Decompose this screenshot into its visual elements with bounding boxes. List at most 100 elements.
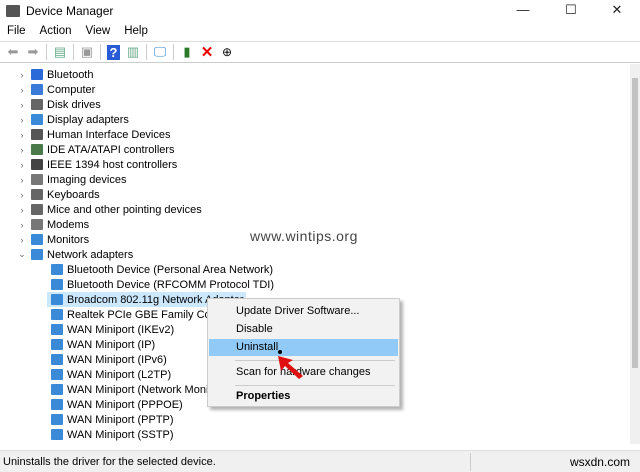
- menu-bar: File Action View Help: [0, 22, 155, 40]
- chevron-right-icon[interactable]: ›: [17, 70, 27, 80]
- menu-help[interactable]: Help: [117, 22, 155, 40]
- tree-device[interactable]: Bluetooth Device (RFCOMM Protocol TDI): [47, 277, 276, 292]
- tree-device[interactable]: WAN Miniport (IKEv2): [47, 322, 176, 337]
- scrollbar-thumb[interactable]: [632, 78, 638, 368]
- device-icon: [51, 339, 63, 350]
- device-icon: [51, 399, 63, 410]
- device-icon: [31, 189, 43, 200]
- device-icon: [51, 264, 63, 275]
- console-icon[interactable]: ▣: [77, 43, 97, 61]
- maximize-button[interactable]: ☐: [548, 0, 594, 20]
- menu-separator: [235, 360, 395, 361]
- tree-category-network-adapters[interactable]: ⌄ Network adapters: [17, 247, 135, 262]
- vertical-scrollbar[interactable]: [630, 64, 640, 444]
- window-title: Device Manager: [26, 4, 114, 18]
- tree-category[interactable]: › Bluetooth: [17, 67, 95, 82]
- device-icon: [51, 384, 63, 395]
- menu-file[interactable]: File: [0, 22, 33, 40]
- chevron-right-icon[interactable]: ›: [17, 115, 27, 125]
- tree-device[interactable]: WAN Miniport (IPv6): [47, 352, 169, 367]
- chevron-right-icon[interactable]: ›: [17, 85, 27, 95]
- tree-device[interactable]: WAN Miniport (L2TP): [47, 367, 173, 382]
- tree-category-other-devices[interactable]: ›Other devices: [17, 442, 117, 445]
- menu-action[interactable]: Action: [33, 22, 79, 40]
- menu-item-properties[interactable]: Properties: [209, 388, 398, 405]
- tree-item-label: Disk drives: [47, 98, 101, 111]
- tree-item-label: WAN Miniport (Network Monitor): [67, 383, 225, 396]
- tree-item-label: Human Interface Devices: [47, 128, 171, 141]
- site-label: wsxdn.com: [569, 455, 630, 469]
- tree-item-label: Computer: [47, 83, 96, 96]
- chevron-right-icon[interactable]: ›: [17, 160, 27, 170]
- menu-item-update-driver[interactable]: Update Driver Software...: [209, 303, 398, 320]
- tree-category[interactable]: › Disk drives: [17, 97, 103, 112]
- tree-device[interactable]: WAN Miniport (SSTP): [47, 427, 176, 442]
- forward-icon[interactable]: ➡: [23, 43, 43, 61]
- tree-device[interactable]: WAN Miniport (Network Monitor): [47, 382, 227, 397]
- device-manager-icon: [6, 5, 20, 17]
- tree-device[interactable]: WAN Miniport (PPPOE): [47, 397, 185, 412]
- tree-device[interactable]: WAN Miniport (IP): [47, 337, 157, 352]
- chevron-right-icon[interactable]: ›: [17, 235, 27, 245]
- tree-item-label: WAN Miniport (PPPOE): [67, 398, 183, 411]
- tree-item-label: Modems: [47, 218, 90, 231]
- status-bar: Uninstalls the driver for the selected d…: [0, 450, 640, 472]
- action-pane-icon[interactable]: ▥: [123, 43, 143, 61]
- back-icon[interactable]: ⬅: [3, 43, 23, 61]
- update-driver-icon[interactable]: ▮: [177, 43, 197, 61]
- close-button[interactable]: ✕: [594, 0, 640, 20]
- tree-category[interactable]: › Display adapters: [17, 112, 131, 127]
- device-icon: [31, 69, 43, 80]
- uninstall-icon[interactable]: ✕: [197, 43, 217, 61]
- tree-device[interactable]: WAN Miniport (PPTP): [47, 412, 176, 427]
- chevron-right-icon[interactable]: ›: [17, 190, 27, 200]
- tree-category[interactable]: › IDE ATA/ATAPI controllers: [17, 142, 177, 157]
- chevron-right-icon[interactable]: ›: [17, 205, 27, 215]
- tree-item-label: WAN Miniport (L2TP): [67, 368, 172, 381]
- toolbar-separator: [73, 44, 74, 60]
- device-icon: [51, 279, 63, 290]
- tree-item-label: WAN Miniport (PPTP): [67, 413, 174, 426]
- download-icon[interactable]: ⊕: [217, 43, 237, 61]
- chevron-down-icon[interactable]: ⌄: [17, 249, 27, 260]
- tree-category[interactable]: › Monitors: [17, 232, 91, 247]
- tree-category[interactable]: › Imaging devices: [17, 172, 129, 187]
- tree-item-label: IDE ATA/ATAPI controllers: [47, 143, 175, 156]
- tree-category[interactable]: › Keyboards: [17, 187, 102, 202]
- tree-item-label: WAN Miniport (IKEv2): [67, 323, 175, 336]
- tree-item-label: Bluetooth: [47, 68, 94, 81]
- red-arrow-pointer: [278, 350, 303, 379]
- tree-category[interactable]: › Human Interface Devices: [17, 127, 173, 142]
- menu-item-disable[interactable]: Disable: [209, 321, 398, 338]
- tree-device[interactable]: Bluetooth Device (Personal Area Network): [47, 262, 275, 277]
- minimize-button[interactable]: —: [500, 0, 546, 20]
- toolbar: ⬅ ➡ ▤ ▣ ? ▥ 🖵 ▮ ✕ ⊕: [0, 41, 640, 63]
- device-icon: [31, 204, 43, 215]
- device-icon: [51, 324, 63, 335]
- properties-pane-icon[interactable]: ▤: [50, 43, 70, 61]
- tree-category[interactable]: › Mice and other pointing devices: [17, 202, 204, 217]
- tree-item-label: Bluetooth Device (RFCOMM Protocol TDI): [67, 278, 275, 291]
- chevron-right-icon[interactable]: ›: [17, 145, 27, 155]
- tree-category[interactable]: › IEEE 1394 host controllers: [17, 157, 179, 172]
- toolbar-separator: [46, 44, 47, 60]
- device-icon: [31, 84, 43, 95]
- tree-category[interactable]: › Modems: [17, 217, 91, 232]
- tree-item-label: IEEE 1394 host controllers: [47, 158, 178, 171]
- chevron-right-icon[interactable]: ›: [17, 130, 27, 140]
- tree-item-label: Network adapters: [47, 248, 134, 261]
- device-icon: [51, 354, 63, 365]
- chevron-right-icon[interactable]: ›: [17, 175, 27, 185]
- tree-category[interactable]: › Computer: [17, 82, 97, 97]
- device-icon: [31, 114, 43, 125]
- menu-separator: [235, 385, 395, 386]
- chevron-right-icon[interactable]: ›: [17, 100, 27, 110]
- help-icon[interactable]: ?: [107, 44, 120, 60]
- device-icon: [31, 129, 43, 140]
- chevron-right-icon[interactable]: ›: [17, 220, 27, 230]
- device-icon: [31, 234, 43, 245]
- menu-view[interactable]: View: [79, 22, 118, 40]
- device-icon: [31, 249, 43, 260]
- device-icon: [51, 294, 63, 305]
- scan-monitor-icon[interactable]: 🖵: [150, 43, 170, 61]
